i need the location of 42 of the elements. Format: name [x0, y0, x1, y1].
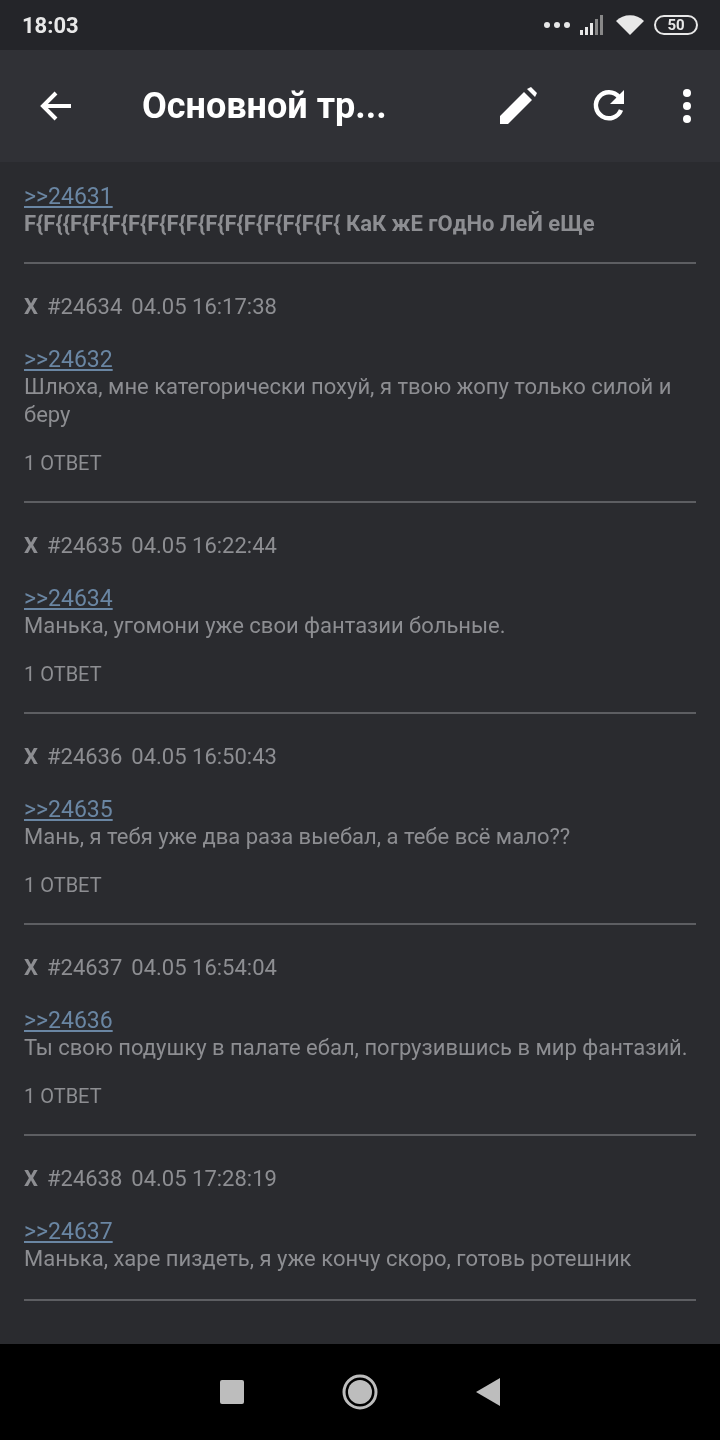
post-number: #24638: [46, 1166, 123, 1191]
replies-link[interactable]: 1 ОТВЕТ: [24, 873, 696, 897]
post-date: 04.05 17:28:19: [131, 1166, 277, 1191]
clock: 18:03: [22, 12, 79, 38]
reply-link[interactable]: >>24635: [24, 797, 113, 823]
post-number: #24634: [46, 294, 123, 319]
back-icon[interactable]: [476, 1378, 500, 1406]
reply-link[interactable]: >>24637: [24, 1219, 113, 1245]
reply-link[interactable]: >>24631: [24, 184, 113, 210]
post-marker: X: [24, 744, 38, 769]
post-number: #24636: [46, 744, 123, 769]
reply-link[interactable]: >>24636: [24, 1008, 113, 1034]
post-text: Шлюха, мне категорически похуй, я твою жопу только силой и беру: [24, 373, 673, 429]
post-marker: X: [24, 533, 38, 558]
post-text: Ты свою подушку в палате ебал, погрузившись в мир фантазий.: [24, 1034, 689, 1062]
post-date: 04.05 16:17:38: [131, 294, 277, 319]
replies-link[interactable]: 1 ОТВЕТ: [24, 1084, 696, 1108]
replies-link[interactable]: 1 ОТВЕТ: [24, 662, 696, 686]
post-number: #24635: [46, 533, 123, 558]
replies-link[interactable]: 1 ОТВЕТ: [24, 451, 696, 475]
wifi-icon: [616, 15, 644, 35]
signal-icon: [580, 15, 606, 35]
pencil-icon: [498, 86, 538, 126]
post-text: Манька, харе пиздеть, я уже кончу скоро, готовь ротешник: [24, 1245, 633, 1273]
thread-title: Основной тр...: [142, 85, 388, 127]
reply-link[interactable]: >>24632: [24, 347, 113, 373]
battery-icon: 50: [654, 15, 698, 35]
post-text: Манька, угомони уже свои фантазии больные.: [24, 612, 507, 640]
reply-link[interactable]: >>24634: [24, 586, 113, 612]
post-date: 04.05 16:54:04: [131, 955, 277, 980]
post-text: Мань, я тебя уже два раза выебал, а тебе всё мало??: [24, 823, 572, 851]
post-date: 04.05 16:50:43: [131, 744, 277, 769]
post-text: F{F{{F{F{F{F{F{F{F{F{F{F{F{F{F{F{ КаК жЕ гОдНо ЛеЙ еЩе: [24, 210, 596, 238]
home-icon[interactable]: [342, 1374, 378, 1410]
post-date: 04.05 16:22:44: [131, 533, 277, 558]
more-icon: [682, 89, 692, 123]
post-marker: X: [24, 1166, 38, 1191]
dots-icon: [544, 22, 570, 28]
post-marker: X: [24, 294, 38, 319]
back-arrow-icon: [39, 90, 73, 122]
post-number: #24637: [46, 955, 123, 980]
post-marker: X: [24, 955, 38, 980]
